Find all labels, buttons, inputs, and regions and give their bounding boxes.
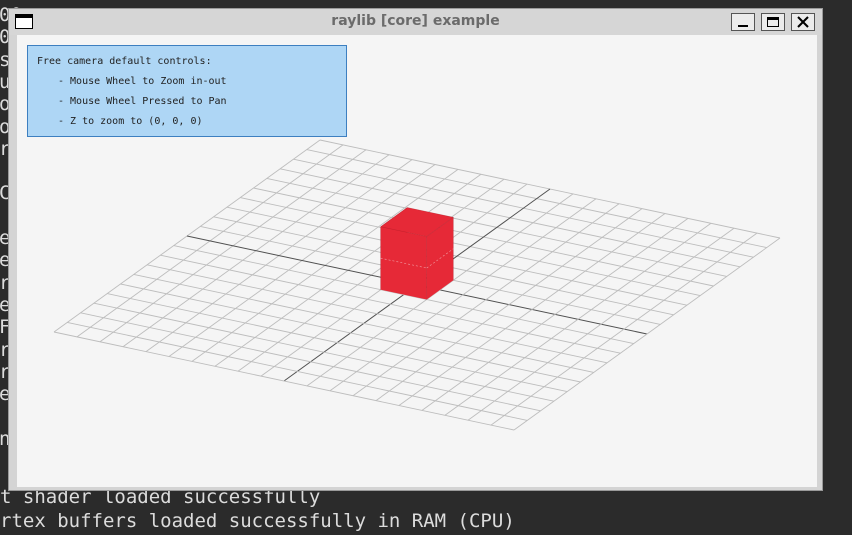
close-button[interactable] — [791, 13, 815, 31]
grid-line — [467, 227, 735, 421]
grid-line — [67, 321, 528, 421]
camera-controls-panel: Free camera default controls: - Mouse Wh… — [27, 45, 347, 137]
grid-line — [80, 312, 541, 412]
raylib-window[interactable]: raylib [core] example Free camera defaul… — [8, 8, 823, 491]
red-cube — [380, 207, 454, 300]
grid-line — [93, 302, 554, 402]
window-title: raylib [core] example — [331, 13, 500, 29]
close-icon — [797, 16, 809, 28]
minimize-button[interactable] — [731, 13, 755, 31]
grid-line — [490, 232, 758, 426]
control-hint-reset: - Z to zoom to (0, 0, 0) — [58, 116, 203, 127]
minimize-icon — [738, 25, 748, 27]
3d-viewport[interactable]: Free camera default controls: - Mouse Wh… — [17, 35, 817, 487]
control-hint-pan: - Mouse Wheel Pressed to Pan — [58, 96, 227, 107]
grid-line — [53, 331, 515, 431]
controls-heading: Free camera default controls: — [37, 56, 212, 67]
maximize-button[interactable] — [761, 13, 785, 31]
grid-line — [513, 237, 781, 431]
cube-face — [380, 226, 427, 300]
control-hint-zoom: - Mouse Wheel to Zoom in-out — [58, 76, 227, 87]
maximize-icon — [767, 17, 779, 27]
terminal-line-buffers: rtex buffers loaded successfully in RAM … — [0, 510, 515, 532]
window-titlebar[interactable]: raylib [core] example — [9, 9, 822, 35]
